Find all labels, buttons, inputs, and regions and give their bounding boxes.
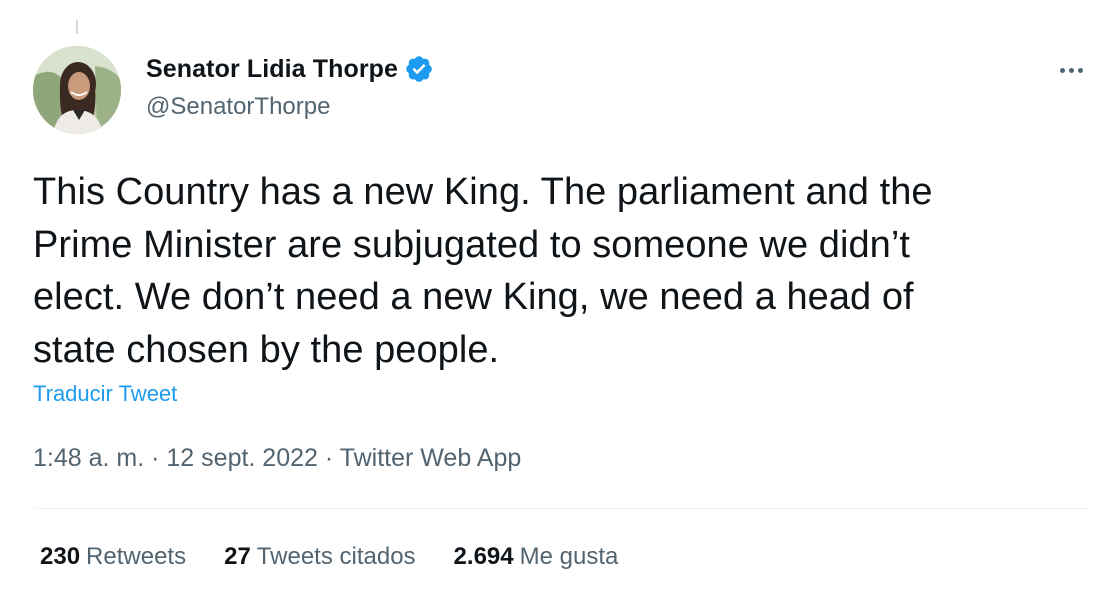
quote-tweets-label: Tweets citados xyxy=(256,543,416,570)
tweet-date[interactable]: 12 sept. 2022 xyxy=(166,444,318,472)
dot xyxy=(1059,67,1065,73)
tweet-metadata: 1:48 a. m. · 12 sept. 2022 · Twitter Web… xyxy=(33,444,521,473)
translate-tweet-link[interactable]: Traducir Tweet xyxy=(33,381,177,407)
retweets-label: Retweets xyxy=(86,543,187,570)
tweet-time[interactable]: 1:48 a. m. xyxy=(33,444,144,472)
likes-stat[interactable]: 2.694 Me gusta xyxy=(454,543,619,571)
dot xyxy=(1068,67,1074,73)
quote-tweets-stat[interactable]: 27 Tweets citados xyxy=(224,543,415,571)
author-display-name[interactable]: Senator Lidia Thorpe xyxy=(146,55,398,84)
author-handle[interactable]: @SenatorThorpe xyxy=(146,93,330,121)
avatar[interactable] xyxy=(33,46,121,134)
tweet-source[interactable]: Twitter Web App xyxy=(340,444,522,472)
likes-count: 2.694 xyxy=(453,543,514,570)
divider xyxy=(33,508,1088,509)
likes-label: Me gusta xyxy=(519,543,619,570)
meta-separator: · xyxy=(151,444,160,472)
author-name-row: Senator Lidia Thorpe xyxy=(146,54,434,84)
retweets-count: 230 xyxy=(40,543,81,570)
dot xyxy=(1077,67,1083,73)
tweet-text: This Country has a new King. The parliam… xyxy=(33,171,933,371)
tweet-stats: 230 Retweets 27 Tweets citados 2.694 Me gus… xyxy=(40,543,618,571)
avatar-image xyxy=(33,46,121,134)
retweets-stat[interactable]: 230 Retweets xyxy=(40,543,186,571)
quote-tweets-count: 27 xyxy=(224,543,251,570)
thread-connector-line xyxy=(76,20,78,34)
verified-badge-icon xyxy=(404,54,434,84)
more-options-icon[interactable] xyxy=(1051,56,1091,84)
meta-separator: · xyxy=(324,444,334,472)
